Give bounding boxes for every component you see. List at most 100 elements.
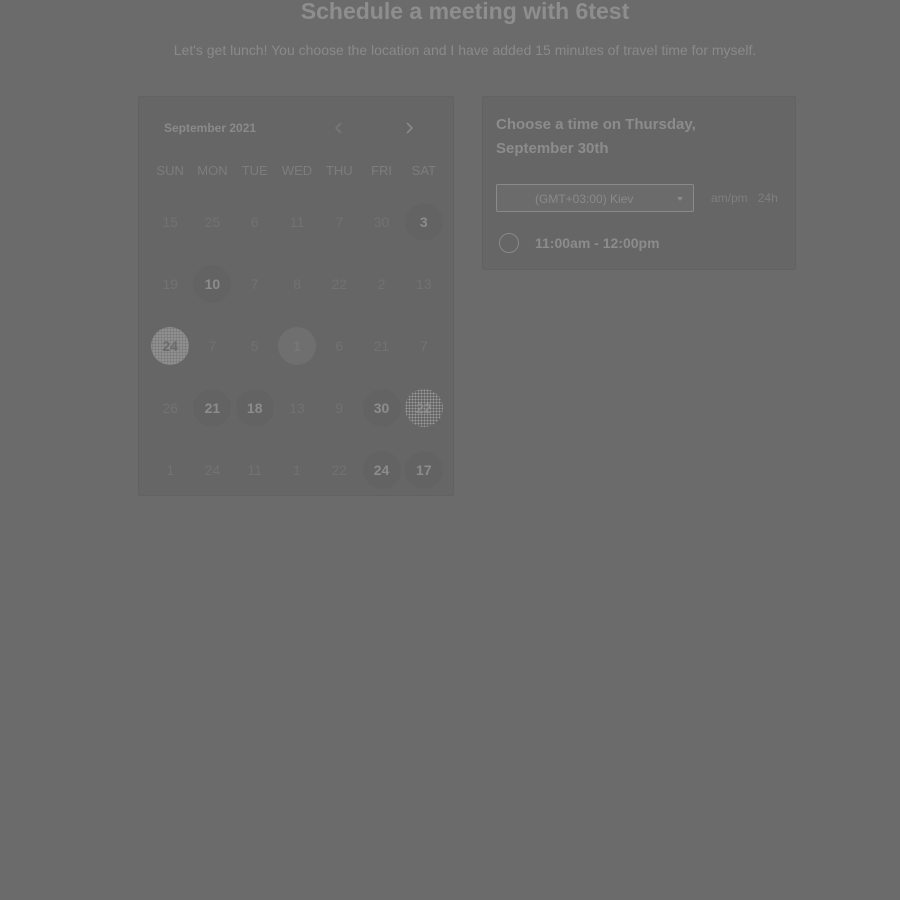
calendar-week: 19 10 7 8 22 2 13 [149,253,445,315]
calendar-day-number: 9 [335,400,344,416]
calendar-day[interactable]: 24 [149,315,191,377]
calendar-day[interactable]: 1 [276,315,318,377]
calendar-day: 13 [403,253,445,315]
calendar-day: 8 [276,253,318,315]
calendar-day-number: 24 [204,462,221,478]
time-panel: Choose a time on Thursday, September 30t… [482,96,796,270]
calendar-day-number: 21 [373,338,390,354]
calendar-day: 7 [318,191,360,253]
timezone-value: (GMT+03:00) Kiev [535,192,634,206]
calendar-day: 6 [318,315,360,377]
calendar-day-number: 15 [162,214,178,230]
calendar-week: 26 21 18 13 9 30 22 [149,377,445,439]
calendar-day: 21 [360,315,402,377]
calendar-day-number: 13 [289,400,305,416]
calendar-day: 25 [191,191,233,253]
calendar-day: 13 [276,377,318,439]
format-24h-option[interactable]: 24h [758,191,778,205]
calendar-day-number: 8 [293,276,301,292]
month-label: September 2021 [164,121,257,135]
calendar-day[interactable]: 10 [191,253,233,315]
calendar-day: 7 [234,253,276,315]
calendar-day-number: 17 [404,451,443,489]
calendar-day: 1 [149,439,191,501]
timezone-select[interactable]: (GMT+03:00) Kiev [496,184,694,212]
calendar-day[interactable]: 30 [360,377,402,439]
calendar-day: 30 [360,191,402,253]
calendar-day-number: 24 [151,327,190,365]
calendar-day: 1 [276,439,318,501]
calendar-day: 22 [318,439,360,501]
format-ampm-option[interactable]: am/pm [711,191,748,205]
calendar-day-number: 11 [289,214,305,230]
weekday-label: THU [325,163,353,178]
calendar-day: 6 [234,191,276,253]
calendar-day-number: 22 [331,276,348,292]
calendar-day-number: 13 [416,276,432,292]
calendar-day-number: 30 [362,389,401,427]
chevron-right-icon[interactable] [402,121,416,135]
calendar-day-number: 3 [404,203,443,241]
caret-down-icon [677,197,683,201]
weekday-label: WED [281,163,313,178]
calendar-day-number: 7 [335,214,344,230]
calendar-day-number: 18 [235,389,274,427]
calendar-day-number: 22 [404,389,443,427]
calendar-day: 26 [149,377,191,439]
calendar-day: 7 [191,315,233,377]
calendar-day: 2 [360,253,402,315]
calendar-grid: 15 25 6 11 7 30 3 19 10 7 8 22 2 13 24 7 5 1 6 21 7 26 21 18 13 9… [149,191,445,501]
time-format-toggle: am/pm 24h [711,191,778,205]
calendar-day[interactable]: 22 [403,377,445,439]
calendar-day: 5 [234,315,276,377]
calendar-day: 19 [149,253,191,315]
calendar-day-number: 25 [204,214,221,230]
calendar-week: 24 7 5 1 6 21 7 [149,315,445,377]
weekday-header: SUN MON TUE WED THU FRI SAT [149,163,445,178]
calendar-day: 7 [403,315,445,377]
calendar-day-number: 5 [250,338,259,354]
calendar-day: 22 [318,253,360,315]
format-separator [751,191,754,205]
calendar-day-number: 2 [377,276,386,292]
page-subtitle: Let's get lunch! You choose the location… [173,42,757,58]
calendar-day-number: 7 [250,276,259,292]
time-heading: Choose a time on Thursday, September 30t… [496,116,696,157]
calendar-day[interactable]: 17 [403,439,445,501]
calendar-day-number: 19 [162,276,178,292]
weekday-label: SAT [411,163,436,178]
calendar-panel: September 2021 SUN MON TUE WED THU FRI S… [138,96,454,496]
calendar-day-number: 26 [162,400,178,416]
calendar-day-number: 30 [373,214,390,230]
calendar-day-number: 10 [193,265,232,303]
calendar-week: 1 24 11 1 22 24 17 [149,439,445,501]
calendar-day-number: 1 [166,462,175,478]
calendar-day-number: 7 [419,338,428,354]
weekday-label: SUN [156,163,184,178]
chevron-left-icon[interactable] [332,121,346,135]
calendar-day-number: 1 [277,327,316,365]
calendar-day: 15 [149,191,191,253]
calendar-day-number: 24 [362,451,401,489]
calendar-day[interactable]: 24 [360,439,402,501]
calendar-day[interactable]: 18 [234,377,276,439]
calendar-day-number: 7 [208,338,217,354]
calendar-day-number: 21 [193,389,232,427]
calendar-day-number: 11 [247,462,262,478]
calendar-day: 11 [276,191,318,253]
weekday-label: MON [197,163,228,178]
time-slot[interactable]: 11:00am - 12:00pm [499,233,660,253]
calendar-day-number: 1 [293,462,301,478]
calendar-day: 11 [234,439,276,501]
calendar-day: 24 [191,439,233,501]
calendar-day-number: 6 [335,338,344,354]
calendar-day-number: 22 [331,462,348,478]
calendar-day-number: 6 [250,214,259,230]
calendar-day[interactable]: 21 [191,377,233,439]
page-title: Schedule a meeting with 6test [300,0,630,24]
radio-icon[interactable] [499,233,519,253]
weekday-label: TUE [241,163,268,178]
time-slot-label: 11:00am - 12:00pm [535,235,660,251]
calendar-day[interactable]: 3 [403,191,445,253]
calendar-week: 15 25 6 11 7 30 3 [149,191,445,253]
